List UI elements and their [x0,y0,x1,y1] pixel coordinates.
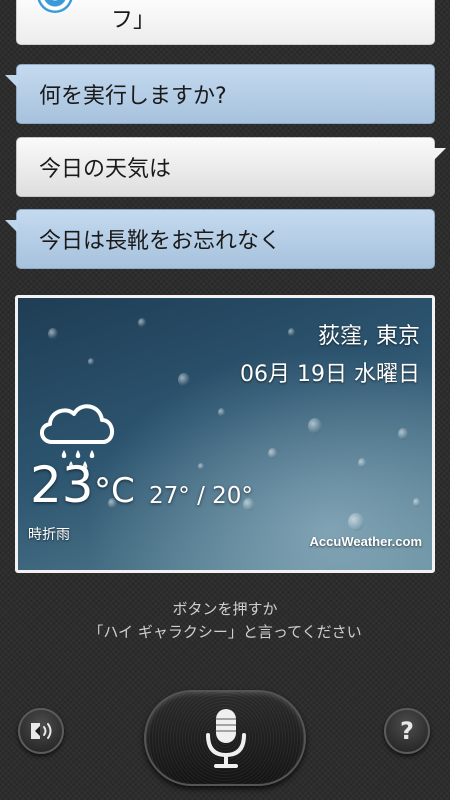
speaker-button[interactable] [18,708,64,754]
raindrop [308,418,322,434]
raindrop [88,358,94,366]
raindrop [398,428,408,440]
previous-reply-bubble: フ」 [16,0,435,45]
voice-prompt-line1: ボタンを押すか [172,600,278,618]
previous-reply-text: フ」 [111,8,156,33]
voice-prompt: ボタンを押すか 「ハイ ギャラクシー」と言ってください [0,598,450,644]
voice-prompt-line2: 「ハイ ギャラクシー」と言ってください [88,623,362,641]
raindrop [348,513,364,531]
raindrop [218,408,225,417]
assistant-message-bubble: 何を実行しますか? [5,64,435,124]
microphone-button[interactable] [144,690,306,786]
weather-date: 06月 19日 水曜日 [240,362,420,387]
weather-card[interactable]: 荻窪, 東京 06月 19日 水曜日 23 °C 27° / 20° 時折雨 A… [15,295,435,573]
help-button[interactable]: ? [384,708,430,754]
weather-provider-link[interactable]: AccuWeather.com [310,534,422,549]
raindrop [178,373,190,387]
user-message-text: 今日の天気は [39,157,172,182]
app-logo-icon [37,0,73,13]
high-low-temperature: 27° / 20° [149,483,253,509]
raindrop [138,318,146,328]
assistant-message-bubble: 今日は長靴をお忘れなく [5,209,435,269]
assistant-message-text: 何を実行しますか? [39,84,227,109]
weather-location: 荻窪, 東京 [318,324,420,349]
speaker-output-icon [31,723,52,739]
help-icon: ? [400,717,414,745]
raindrop [198,463,204,470]
temperature-unit: °C [94,471,135,511]
microphone-icon [206,709,246,768]
raindrop [358,458,366,468]
weather-condition: 時折雨 [28,527,70,543]
raindrop [413,498,420,507]
raindrop [48,328,58,340]
user-message-bubble: 今日の天気は [16,137,446,197]
raindrop [288,328,295,337]
assistant-message-text: 今日は長靴をお忘れなく [39,229,282,254]
current-temperature: 23 [30,456,94,514]
raindrop [268,448,277,459]
